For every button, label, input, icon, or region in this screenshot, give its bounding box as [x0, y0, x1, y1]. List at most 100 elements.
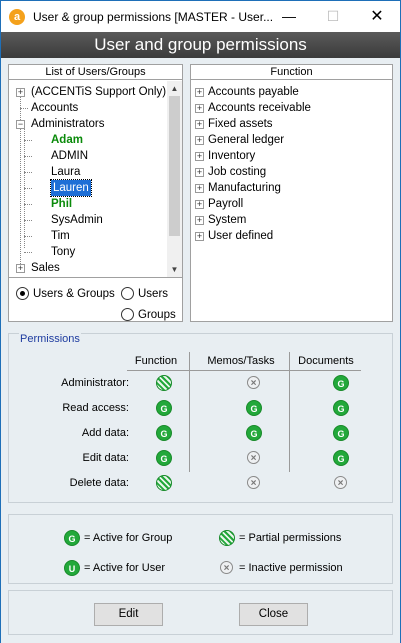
expand-icon[interactable]: +: [195, 104, 204, 113]
tree-item-label: Administrators: [31, 118, 105, 130]
close-button[interactable]: Close: [239, 603, 308, 626]
function-label: Fixed assets: [208, 118, 273, 130]
expand-icon[interactable]: +: [195, 216, 204, 225]
group-active-icon[interactable]: G: [333, 400, 349, 416]
tree-user-item[interactable]: Tony: [9, 244, 167, 260]
partial-permission-icon: [219, 530, 235, 546]
function-label: System: [208, 214, 247, 226]
window-title: User & group permissions [MASTER - User.…: [33, 10, 274, 24]
tree-user-item[interactable]: Laura: [9, 164, 167, 180]
radio-dot: [121, 308, 134, 321]
collapse-icon[interactable]: −: [16, 120, 25, 129]
function-label: Manufacturing: [208, 182, 281, 194]
function-item[interactable]: + Accounts payable: [191, 84, 391, 100]
expand-icon[interactable]: +: [195, 184, 204, 193]
legend-group-text: = Active for Group: [84, 532, 173, 544]
scroll-down-icon[interactable]: ▼: [167, 262, 182, 277]
radio-dot: [121, 287, 134, 300]
function-item[interactable]: + User defined: [191, 228, 391, 244]
tree-group-item[interactable]: Accounts: [9, 100, 167, 116]
tree-item-label: Accounts: [31, 102, 79, 114]
tree-item-label: Adam: [51, 134, 83, 146]
function-label: User defined: [208, 230, 274, 242]
partial-permission-icon[interactable]: [156, 375, 172, 391]
inactive-permission-icon[interactable]: ×: [247, 476, 260, 489]
expand-icon[interactable]: +: [195, 120, 204, 129]
tree-user-item[interactable]: Lauren: [9, 179, 167, 197]
inactive-permission-icon[interactable]: ×: [247, 451, 260, 464]
inactive-permission-icon[interactable]: ×: [334, 476, 347, 489]
partial-permission-icon[interactable]: [156, 475, 172, 491]
group-active-icon[interactable]: G: [333, 375, 349, 391]
inactive-permission-icon[interactable]: ×: [247, 376, 260, 389]
function-item[interactable]: + Accounts receivable: [191, 100, 391, 116]
tree-user-item[interactable]: Adam: [9, 132, 167, 148]
expand-icon[interactable]: +: [195, 200, 204, 209]
legend-user-text: = Active for User: [84, 562, 166, 574]
function-item[interactable]: + Inventory: [191, 148, 391, 164]
minimize-button[interactable]: —: [267, 1, 311, 32]
tree-branch: [24, 220, 32, 221]
maximize-button: ☐: [326, 8, 340, 24]
button-bar: Edit Close: [8, 590, 393, 635]
tree-group-item[interactable]: + (ACCENTiS Support Only): [9, 84, 167, 100]
function-item[interactable]: + Manufacturing: [191, 180, 391, 196]
expand-icon[interactable]: +: [195, 88, 204, 97]
tree-user-item[interactable]: Tim: [9, 228, 167, 244]
column-memos-tasks: Memos/Tasks: [207, 355, 275, 367]
tree-user-item[interactable]: Phil: [9, 196, 167, 212]
tree-branch: [24, 140, 32, 141]
dialog-body: List of Users/Groups + (ACCENTiS Support …: [1, 58, 400, 643]
expand-icon[interactable]: +: [16, 264, 25, 273]
tree-branch: [20, 108, 28, 109]
function-label: General ledger: [208, 134, 285, 146]
tree-group-item[interactable]: + Sales: [9, 260, 167, 276]
permissions-group: Permissions Function Memos/Tasks Documen…: [8, 333, 393, 503]
tree-item-label: Tim: [51, 230, 70, 242]
expand-icon[interactable]: +: [195, 152, 204, 161]
scroll-up-icon[interactable]: ▲: [167, 81, 182, 96]
function-item[interactable]: + General ledger: [191, 132, 391, 148]
legend-partial-text: = Partial permissions: [239, 532, 342, 544]
tree-branch: [24, 156, 32, 157]
group-active-icon[interactable]: G: [156, 450, 172, 466]
function-item[interactable]: + Job costing: [191, 164, 391, 180]
close-window-button[interactable]: ✕: [355, 1, 399, 32]
users-list-scrollbar[interactable]: ▲ ▼: [167, 81, 182, 277]
group-active-icon[interactable]: G: [156, 400, 172, 416]
tree-user-item[interactable]: SysAdmin: [9, 212, 167, 228]
tree-branch: [24, 236, 32, 237]
tree-branch: [24, 252, 32, 253]
permission-row-label: Add data:: [81, 427, 129, 439]
edit-button[interactable]: Edit: [94, 603, 163, 626]
function-item[interactable]: + Fixed assets: [191, 116, 391, 132]
expand-icon[interactable]: +: [195, 136, 204, 145]
expand-icon[interactable]: +: [195, 168, 204, 177]
permissions-title: Permissions: [19, 333, 81, 345]
tree-branch: [24, 172, 32, 173]
function-item[interactable]: + Payroll: [191, 196, 391, 212]
header-divider: [127, 370, 361, 371]
function-label: Accounts payable: [208, 86, 299, 98]
tree-item-label: Tony: [51, 246, 76, 258]
expand-icon[interactable]: +: [195, 232, 204, 241]
permission-row-label: Administrator:: [61, 377, 129, 389]
expand-icon[interactable]: +: [16, 88, 25, 97]
group-active-icon[interactable]: G: [333, 450, 349, 466]
users-groups-heading: List of Users/Groups: [9, 65, 182, 80]
tree-item-label: Laura: [51, 166, 81, 178]
users-groups-list: List of Users/Groups + (ACCENTiS Support …: [8, 64, 183, 278]
tree-user-item[interactable]: ADMIN: [9, 148, 167, 164]
function-label: Accounts receivable: [208, 102, 311, 114]
function-item[interactable]: + System: [191, 212, 391, 228]
group-active-icon[interactable]: G: [246, 425, 262, 441]
column-function: Function: [134, 355, 178, 367]
scroll-thumb[interactable]: [169, 96, 180, 236]
tree-group-item[interactable]: − Administrators: [9, 116, 167, 132]
title-bar: a User & group permissions [MASTER - Use…: [1, 1, 400, 32]
group-active-icon[interactable]: G: [246, 400, 262, 416]
group-active-icon[interactable]: G: [333, 425, 349, 441]
view-mode-group: Users & Groups Users Groups: [8, 278, 183, 322]
legend-inactive-text: = Inactive permission: [239, 562, 343, 574]
group-active-icon[interactable]: G: [156, 425, 172, 441]
